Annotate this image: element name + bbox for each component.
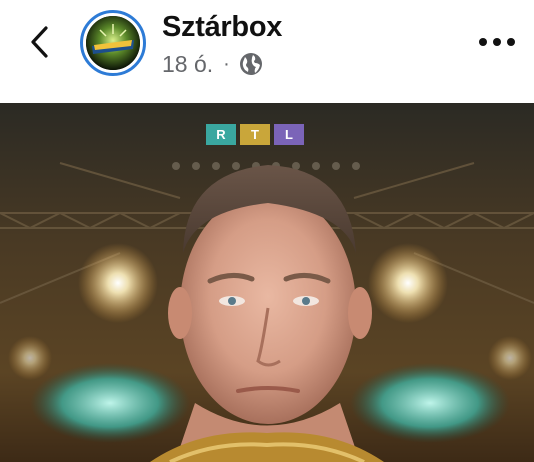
post-header: Sztárbox 18 ó. · xyxy=(0,0,534,92)
page-avatar[interactable] xyxy=(80,10,146,76)
more-options-icon[interactable] xyxy=(478,34,516,50)
globe-icon[interactable] xyxy=(239,52,263,76)
avatar-image xyxy=(86,16,140,70)
post-time[interactable]: 18 ó. xyxy=(162,51,213,78)
meta-separator: · xyxy=(223,52,230,75)
rtl-letter-r: R xyxy=(206,124,236,145)
back-chevron-icon[interactable] xyxy=(26,24,54,60)
post-meta: 18 ó. · xyxy=(162,51,263,77)
sztarbox-logo-icon xyxy=(86,16,140,70)
page-name[interactable]: Sztárbox xyxy=(162,11,282,44)
photo-artwork xyxy=(0,103,534,462)
post-photo[interactable]: R T L xyxy=(0,103,534,462)
rtl-logo: R T L xyxy=(206,124,304,145)
rtl-letter-l: L xyxy=(274,124,304,145)
rtl-letter-t: T xyxy=(240,124,270,145)
